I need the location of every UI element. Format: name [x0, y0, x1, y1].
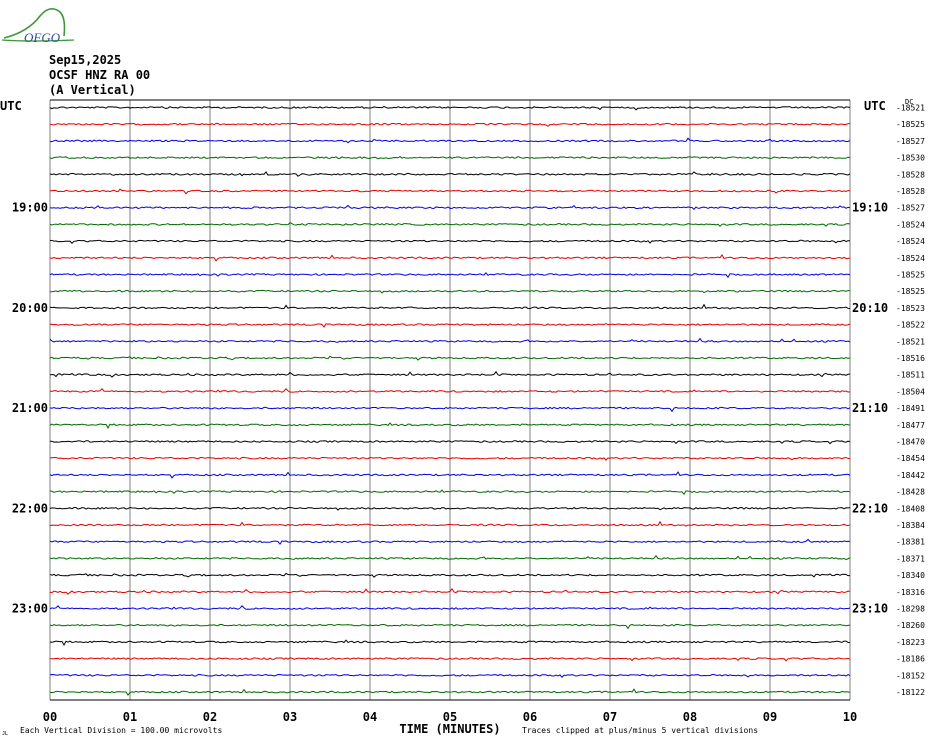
- trace-offset-label: -18408: [896, 504, 925, 513]
- trace-offset-label: -18528: [896, 170, 925, 179]
- trace-offset-label: -18504: [896, 387, 925, 396]
- x-tick-label: 04: [363, 710, 377, 724]
- left-utc-label: UTC: [0, 99, 22, 113]
- trace-offset-label: -18316: [896, 588, 925, 597]
- scale-note: Each Vertical Division = 100.00 microvol…: [20, 726, 222, 735]
- x-tick-label: 00: [43, 710, 57, 724]
- clip-note: Traces clipped at plus/minus 5 vertical …: [522, 726, 758, 735]
- hour-label-left: 21:00: [12, 401, 48, 415]
- trace-offset-label: -18442: [896, 471, 925, 480]
- trace-offset-label: -18384: [896, 521, 925, 530]
- trace-offset-label: -18525: [896, 287, 925, 296]
- trace-offset-label: -18260: [896, 621, 925, 630]
- hour-label-right: 23:10: [852, 602, 888, 616]
- trace-offset-label: -18340: [896, 571, 925, 580]
- x-tick-label: 07: [603, 710, 617, 724]
- trace-offset-label: -18122: [896, 688, 925, 697]
- hour-label-left: 22:00: [12, 501, 48, 515]
- trace-offset-label: -18522: [896, 321, 925, 330]
- trace-offset-label: -18371: [896, 554, 925, 563]
- trace-offset-label: -18525: [896, 120, 925, 129]
- corner-mark: JL: [2, 731, 8, 737]
- trace-offset-label: -18530: [896, 154, 925, 163]
- trace-offset-label: -18525: [896, 271, 925, 280]
- trace-offset-label: -18381: [896, 538, 925, 547]
- right-utc-label: UTC: [864, 99, 886, 113]
- trace-offset-label: -18523: [896, 304, 925, 313]
- trace-offset-label: -18524: [896, 237, 925, 246]
- hour-label-right: 19:10: [852, 201, 888, 215]
- trace-offset-label: -18524: [896, 220, 925, 229]
- trace-offset-label: -18223: [896, 638, 925, 647]
- trace-offset-label: -18491: [896, 404, 925, 413]
- x-axis-title: TIME (MINUTES): [399, 722, 500, 736]
- trace-offset-label: -18511: [896, 371, 925, 380]
- trace-offset-label: -18521: [896, 337, 925, 346]
- x-tick-label: 09: [763, 710, 777, 724]
- hour-label-right: 20:10: [852, 301, 888, 315]
- hour-label-left: 19:00: [12, 201, 48, 215]
- trace-offset-label: -18477: [896, 421, 925, 430]
- dc-label: DC: [905, 98, 913, 106]
- x-tick-label: 06: [523, 710, 537, 724]
- x-tick-label: 08: [683, 710, 697, 724]
- trace-offset-label: -18470: [896, 438, 925, 447]
- trace-offset-label: -18516: [896, 354, 925, 363]
- trace-offset-label: -18298: [896, 605, 925, 614]
- trace-offset-label: -18152: [896, 671, 925, 680]
- x-tick-label: 10: [843, 710, 857, 724]
- x-tick-label: 01: [123, 710, 137, 724]
- x-tick-label: 02: [203, 710, 217, 724]
- hour-label-right: 21:10: [852, 401, 888, 415]
- trace-offset-label: -18428: [896, 488, 925, 497]
- hour-label-right: 22:10: [852, 501, 888, 515]
- trace-offset-label: -18527: [896, 137, 925, 146]
- hour-label-left: 20:00: [12, 301, 48, 315]
- trace-offset-label: -18186: [896, 655, 925, 664]
- trace-offset-label: -18454: [896, 454, 925, 463]
- helicorder-plot: -18521 -18525 -18527 -18530 -18528 -18528 -185…: [0, 98, 925, 737]
- hour-label-left: 23:00: [12, 602, 48, 616]
- trace-offset-label: -18527: [896, 204, 925, 213]
- trace-offset-label: -18524: [896, 254, 925, 263]
- x-tick-label: 03: [283, 710, 297, 724]
- trace-offset-label: -18528: [896, 187, 925, 196]
